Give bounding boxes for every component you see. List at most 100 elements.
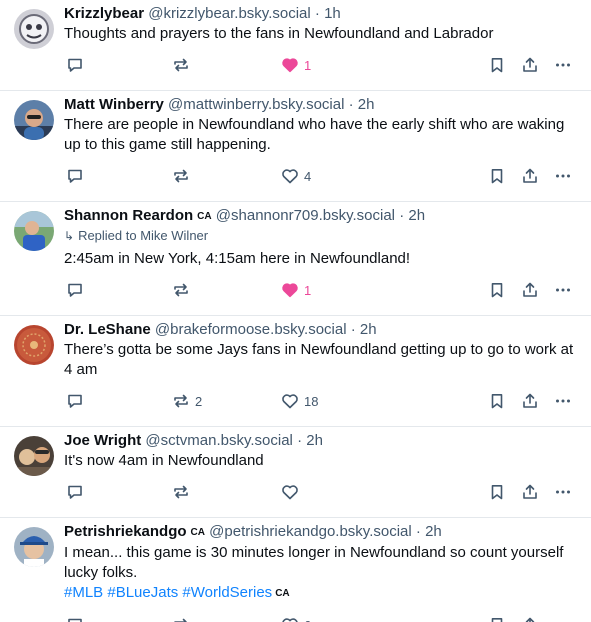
avatar[interactable] <box>14 211 54 251</box>
post[interactable]: Dr. LeShane @brakeformoose.bsky.social ·… <box>0 316 591 427</box>
country-badge: CA <box>275 588 290 599</box>
bookmark-button[interactable] <box>488 165 506 187</box>
avatar[interactable] <box>14 325 54 365</box>
hashtag-link[interactable]: #BLueJats <box>107 584 178 601</box>
author-handle[interactable]: @brakeformoose.bsky.social <box>155 321 347 338</box>
post[interactable]: Petrishriekandgo CA @petrishriekandgo.bsk… <box>0 518 591 622</box>
separator: · <box>350 321 356 338</box>
more-button[interactable] <box>554 54 572 76</box>
author-handle[interactable]: @shannonr709.bsky.social <box>216 207 395 224</box>
share-button[interactable] <box>521 279 539 301</box>
reply-button[interactable] <box>66 614 84 622</box>
repost-button[interactable] <box>172 614 190 622</box>
post-time[interactable]: 2h <box>408 207 425 224</box>
reply-arrow-icon: ↳ <box>64 229 75 243</box>
author-handle[interactable]: @petrishriekandgo.bsky.social <box>209 523 412 540</box>
heart-icon <box>282 169 298 184</box>
post-header: Shannon Reardon CA @shannonr709.bsky.soci… <box>64 202 577 227</box>
author-name[interactable]: Petrishriekandgo <box>64 523 187 540</box>
repost-button[interactable] <box>172 54 190 76</box>
more-button[interactable] <box>554 614 572 622</box>
share-button[interactable] <box>521 614 539 622</box>
post[interactable]: Joe Wright @sctvman.bsky.social · 2h It'… <box>0 427 591 518</box>
heart-icon <box>282 283 298 298</box>
author-handle[interactable]: @sctvman.bsky.social <box>145 432 293 449</box>
reply-context[interactable]: ↳ Replied to Mike Wilner <box>64 227 577 245</box>
share-button[interactable] <box>521 481 539 503</box>
share-button[interactable] <box>521 54 539 76</box>
like-button[interactable]: 4 <box>281 165 311 187</box>
post[interactable]: Shannon Reardon CA @shannonr709.bsky.soci… <box>0 202 591 316</box>
author-name[interactable]: Krizzlybear <box>64 5 144 22</box>
post-time[interactable]: 2h <box>425 523 442 540</box>
like-button[interactable] <box>281 481 299 503</box>
like-button[interactable]: 1 <box>281 54 311 76</box>
post-actions <box>64 481 577 503</box>
post-header: Joe Wright @sctvman.bsky.social · 2h <box>64 427 577 451</box>
avatar[interactable] <box>14 9 54 49</box>
reply-button[interactable] <box>66 390 84 412</box>
more-button[interactable] <box>554 481 572 503</box>
author-name[interactable]: Matt Winberry <box>64 96 164 113</box>
repost-button[interactable] <box>172 165 190 187</box>
repost-button[interactable] <box>172 279 190 301</box>
post-actions: 1 <box>64 279 577 301</box>
author-name[interactable]: Shannon Reardon <box>64 207 193 224</box>
like-count: 1 <box>304 282 312 298</box>
avatar[interactable] <box>14 436 54 476</box>
repost-icon <box>174 169 188 183</box>
post[interactable]: Krizzlybear @krizzlybear.bsky.social · 1… <box>0 0 591 91</box>
post-actions: 6 <box>64 614 577 622</box>
reply-icon <box>68 283 82 297</box>
repost-button[interactable]: 2 <box>172 390 202 412</box>
reply-icon <box>68 618 82 622</box>
more-button[interactable] <box>554 279 572 301</box>
bookmark-button[interactable] <box>488 54 506 76</box>
bookmark-button[interactable] <box>488 614 506 622</box>
post-time[interactable]: 2h <box>358 96 375 113</box>
reply-icon <box>68 169 82 183</box>
reply-button[interactable] <box>66 279 84 301</box>
more-icon <box>556 399 570 403</box>
post-actions: 2 18 <box>64 390 577 412</box>
avatar[interactable] <box>14 100 54 140</box>
share-button[interactable] <box>521 165 539 187</box>
author-name[interactable]: Joe Wright <box>64 432 141 449</box>
repost-icon <box>174 394 188 408</box>
post[interactable]: Matt Winberry @mattwinberry.bsky.social … <box>0 91 591 202</box>
hashtag-link[interactable]: #MLB <box>64 584 103 601</box>
hashtag-link[interactable]: #WorldSeries <box>182 584 272 601</box>
post-text: There are people in Newfoundland who hav… <box>64 116 565 153</box>
heart-icon <box>282 618 298 622</box>
hashtag-line: #MLB #BLueJats #WorldSeries CA <box>64 583 577 604</box>
bookmark-button[interactable] <box>488 390 506 412</box>
like-button[interactable]: 6 <box>281 614 311 622</box>
reply-button[interactable] <box>66 165 84 187</box>
author-handle[interactable]: @krizzlybear.bsky.social <box>148 5 311 22</box>
more-button[interactable] <box>554 165 572 187</box>
post-time[interactable]: 2h <box>360 321 377 338</box>
more-icon <box>554 616 572 622</box>
feed: Krizzlybear @krizzlybear.bsky.social · 1… <box>0 0 591 622</box>
repost-button[interactable] <box>172 481 190 503</box>
share-icon <box>523 282 537 297</box>
share-button[interactable] <box>521 390 539 412</box>
more-button[interactable] <box>554 390 572 412</box>
bookmark-button[interactable] <box>488 279 506 301</box>
like-button[interactable]: 18 <box>281 390 318 412</box>
avatar[interactable] <box>14 527 54 567</box>
author-name[interactable]: Dr. LeShane <box>64 321 151 338</box>
repost-icon <box>174 618 187 622</box>
reply-button[interactable] <box>66 54 84 76</box>
separator: · <box>297 432 303 449</box>
post-time[interactable]: 1h <box>324 5 341 22</box>
post-time[interactable]: 2h <box>306 432 323 449</box>
bookmark-icon <box>491 394 503 409</box>
author-handle[interactable]: @mattwinberry.bsky.social <box>168 96 344 113</box>
like-count: 1 <box>304 57 312 73</box>
reply-button[interactable] <box>66 481 84 503</box>
repost-count: 2 <box>195 393 203 409</box>
like-button[interactable]: 1 <box>281 279 311 301</box>
bookmark-button[interactable] <box>488 481 506 503</box>
separator: · <box>314 5 320 22</box>
